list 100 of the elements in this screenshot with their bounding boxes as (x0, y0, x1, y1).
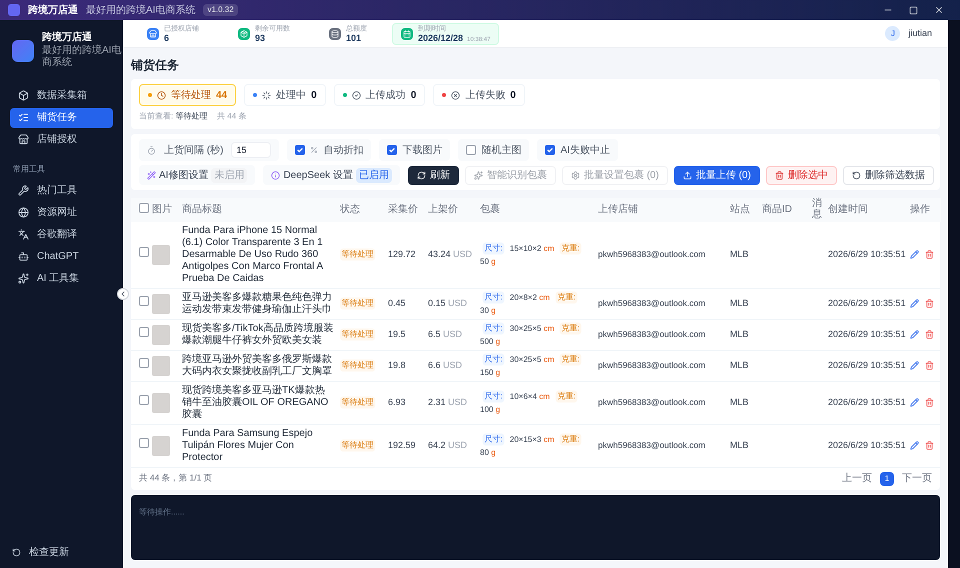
nav-item[interactable]: 资源网址 (10, 202, 113, 222)
maximize-icon[interactable] (909, 6, 918, 14)
size-label: 尺寸: (482, 354, 504, 366)
robot-icon (18, 251, 29, 262)
status-badge: 已启用 (356, 168, 392, 182)
brand-name: 跨境万店通 (42, 32, 93, 44)
weight-value: 150 g (480, 367, 500, 379)
trash-icon[interactable] (925, 250, 934, 259)
weight-label: 克重: (560, 322, 582, 334)
info-icon (271, 170, 280, 180)
checkbox[interactable] (466, 145, 476, 155)
size-value: 30×25×5 cm (510, 354, 554, 366)
option-checkbox[interactable]: 自动折扣 (287, 139, 372, 161)
column-header: 状态 (340, 204, 360, 216)
brand-tagline: 最好用的跨境AI电商系统 (42, 44, 122, 70)
checkbox[interactable] (139, 327, 149, 338)
app-logo-icon (8, 4, 20, 16)
status-badge: 等待处理 (340, 298, 376, 310)
nav-item[interactable]: AI 工具集 (10, 268, 113, 288)
magic-wand-icon (147, 170, 156, 180)
log-text: 等待操作...... (139, 506, 184, 518)
stat-value: 93 (255, 34, 266, 43)
checkbox[interactable] (139, 438, 149, 448)
size-value: 20×8×2 cm (510, 292, 550, 304)
option-checkbox[interactable]: 下载图片 (379, 139, 450, 161)
interval-input[interactable]: 15 (231, 142, 272, 158)
translate-icon (18, 229, 29, 240)
photo-placeholder (152, 356, 170, 376)
status-tab[interactable]: 上传失败 0 (433, 84, 525, 106)
nav-item[interactable]: 热门工具 (10, 180, 113, 200)
store-email: pkwh5968383@outlook.com (598, 298, 706, 308)
edit-icon[interactable] (910, 398, 919, 407)
listing-price: 6.6 USD (428, 360, 462, 370)
checkbox[interactable] (139, 395, 149, 406)
created-time: 2026/6/29 10:35:51 (828, 328, 906, 339)
checkbox[interactable] (139, 358, 149, 368)
created-time: 2026/6/29 10:35:51 (828, 248, 906, 259)
window-title: 跨境万店通 (28, 3, 78, 18)
site-code: MLB (730, 248, 749, 259)
sparkles-icon (474, 170, 483, 180)
size-label: 尺寸: (482, 322, 504, 334)
page-button[interactable]: 1 (880, 472, 894, 486)
product-title: 亚马逊美客多爆款糖果色纯色弹力运动发带束发带健身瑜伽止汗头巾 (182, 292, 333, 316)
ai-setting-button[interactable]: DeepSeek 设置 已启用 (263, 165, 400, 185)
prev-page-button[interactable]: 上一页 (842, 471, 872, 486)
site-code: MLB (730, 328, 749, 339)
checkbox[interactable] (139, 296, 149, 306)
trash-icon[interactable] (925, 441, 934, 450)
nav-item[interactable]: 店铺授权 (10, 130, 113, 150)
trash-icon[interactable] (925, 330, 934, 339)
percent-icon (310, 146, 318, 154)
weight-value: 80 g (480, 447, 496, 459)
checkbox[interactable] (139, 247, 149, 258)
edit-icon[interactable] (910, 299, 919, 308)
status-tab[interactable]: 等待处理 44 (139, 84, 236, 106)
nav-item[interactable]: 谷歌翻译 (10, 224, 113, 244)
check-update-link[interactable]: 检查更新 (12, 545, 111, 560)
nav-item[interactable]: ChatGPT (10, 246, 113, 266)
list-icon (18, 112, 29, 123)
option-checkbox[interactable]: 随机主图 (458, 139, 530, 161)
edit-icon[interactable] (910, 361, 919, 370)
listing-price: 43.24 USD (428, 248, 472, 259)
store-email: pkwh5968383@outlook.com (598, 360, 706, 370)
version-badge: v1.0.32 (203, 4, 238, 16)
nav-item[interactable]: 数据采集箱 (10, 86, 113, 106)
edit-icon[interactable] (910, 441, 919, 450)
checkbox[interactable] (295, 145, 306, 155)
product-title: Funda Para Samsung Espejo Tulipán Flores Mujer Con Protector (182, 428, 314, 464)
trash-icon[interactable] (925, 398, 934, 407)
action-button[interactable]: 删除筛选数据 (842, 166, 934, 184)
checkbox[interactable] (545, 145, 556, 155)
option-checkbox[interactable]: AI失败中止 (537, 139, 618, 161)
weight-label: 克重: (556, 390, 577, 402)
action-button[interactable]: 删除选中 (766, 166, 837, 184)
next-page-button[interactable]: 下一页 (902, 471, 932, 486)
ai-setting-button[interactable]: AI修图设置 未启用 (139, 165, 256, 185)
user-avatar[interactable]: J (885, 26, 900, 41)
photo-placeholder (152, 244, 170, 264)
size-label: 尺寸: (482, 242, 504, 254)
nav-item[interactable]: 铺货任务 (10, 108, 113, 128)
action-button[interactable]: 刷新 (408, 166, 459, 184)
weight-value: 30 g (480, 305, 496, 317)
checkbox[interactable] (387, 145, 398, 155)
action-button[interactable]: 批量上传 (0) (674, 166, 760, 184)
trash-icon[interactable] (925, 299, 934, 308)
trash-icon[interactable] (925, 361, 934, 370)
store-email: pkwh5968383@outlook.com (598, 396, 706, 407)
close-icon[interactable] (934, 5, 944, 15)
edit-icon[interactable] (910, 330, 919, 339)
weight-value: 500 g (480, 336, 500, 348)
checkbox[interactable] (139, 202, 149, 212)
status-badge: 未启用 (211, 168, 248, 182)
size-value: 15×10×2 cm (510, 242, 554, 254)
status-badge: 等待处理 (340, 328, 376, 340)
edit-icon[interactable] (910, 250, 919, 259)
status-tab[interactable]: 处理中 0 (244, 84, 326, 106)
status-tab[interactable]: 上传成功 0 (334, 84, 426, 106)
size-label: 尺寸: (482, 390, 504, 402)
collapse-button[interactable] (117, 288, 129, 300)
site-code: MLB (730, 360, 749, 370)
